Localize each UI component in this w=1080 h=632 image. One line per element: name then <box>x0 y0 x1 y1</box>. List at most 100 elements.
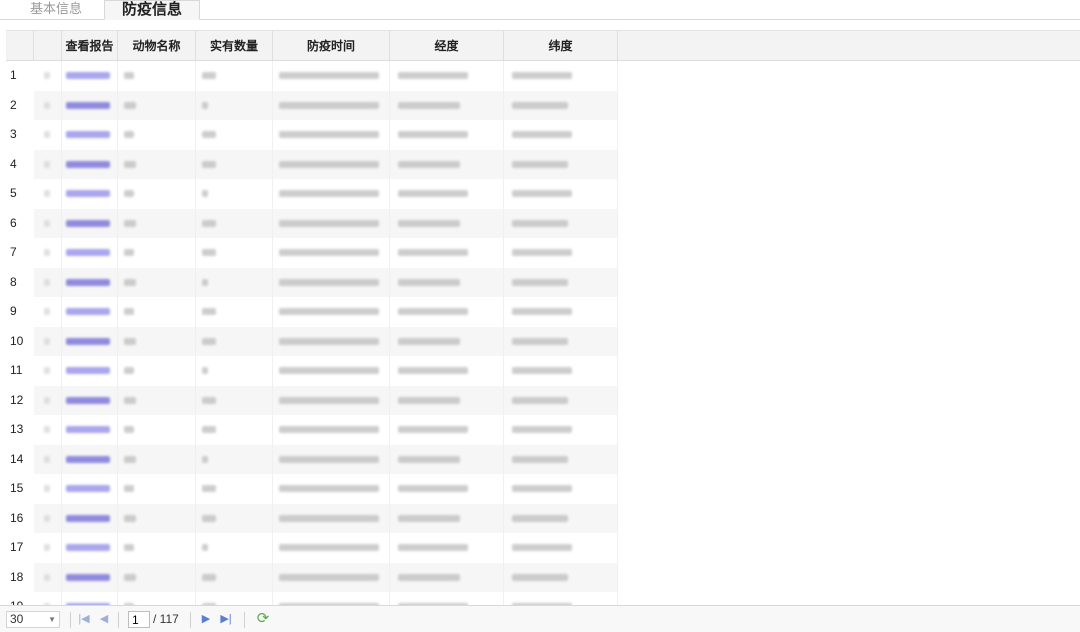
cell-lon <box>390 444 504 474</box>
divider <box>70 612 71 628</box>
table-row[interactable]: 11 <box>6 356 618 386</box>
cell-report[interactable] <box>62 592 118 605</box>
redacted-value <box>124 219 136 227</box>
last-page-icon[interactable]: ▶| <box>218 611 234 628</box>
divider <box>118 612 119 628</box>
table-row[interactable]: 12 <box>6 385 618 415</box>
table-row[interactable]: 2 <box>6 90 618 120</box>
redacted-value <box>44 573 50 581</box>
header-view-report[interactable]: 查看报告 <box>62 31 118 61</box>
redacted-value <box>398 160 460 168</box>
header-latitude[interactable]: 纬度 <box>504 31 618 61</box>
cell-checkbox[interactable] <box>34 297 62 327</box>
tab-epidemic-info[interactable]: 防疫信息 <box>104 0 200 20</box>
cell-lat <box>504 592 618 605</box>
cell-report[interactable] <box>62 120 118 150</box>
page-total-label: / 117 <box>153 612 179 626</box>
redacted-value <box>44 249 50 256</box>
redacted-value <box>512 249 572 256</box>
cell-checkbox[interactable] <box>34 415 62 445</box>
cell-report[interactable] <box>62 533 118 563</box>
redacted-value <box>512 337 568 345</box>
cell-animal <box>118 356 196 386</box>
redacted-value <box>202 72 216 79</box>
cell-report[interactable] <box>62 356 118 386</box>
cell-checkbox[interactable] <box>34 61 62 91</box>
cell-report[interactable] <box>62 149 118 179</box>
redacted-value <box>398 278 460 286</box>
cell-report[interactable] <box>62 326 118 356</box>
cell-report[interactable] <box>62 208 118 238</box>
next-page-icon[interactable]: ▶ <box>198 611 214 628</box>
table-row[interactable]: 17 <box>6 533 618 563</box>
cell-report[interactable] <box>62 503 118 533</box>
cell-checkbox[interactable] <box>34 90 62 120</box>
cell-checkbox[interactable] <box>34 385 62 415</box>
cell-checkbox[interactable] <box>34 267 62 297</box>
refresh-icon[interactable]: ⟳ <box>254 610 272 628</box>
table-row[interactable]: 19 <box>6 592 618 605</box>
cell-checkbox[interactable] <box>34 474 62 504</box>
cell-report[interactable] <box>62 267 118 297</box>
header-longitude[interactable]: 经度 <box>390 31 504 61</box>
cell-report[interactable] <box>62 562 118 592</box>
cell-checkbox[interactable] <box>34 326 62 356</box>
header-checkbox[interactable] <box>34 31 62 61</box>
redacted-value <box>44 160 50 168</box>
redacted-value <box>512 101 568 109</box>
table-row[interactable]: 9 <box>6 297 618 327</box>
table-row[interactable]: 14 <box>6 444 618 474</box>
cell-checkbox[interactable] <box>34 356 62 386</box>
table-row[interactable]: 4 <box>6 149 618 179</box>
cell-checkbox[interactable] <box>34 179 62 209</box>
tab-basic-info[interactable]: 基本信息 <box>20 0 92 20</box>
redacted-value <box>202 485 216 492</box>
header-epidemic-time[interactable]: 防疫时间 <box>273 31 390 61</box>
cell-report[interactable] <box>62 297 118 327</box>
table-row[interactable]: 1 <box>6 61 618 91</box>
cell-checkbox[interactable] <box>34 149 62 179</box>
cell-lat <box>504 61 618 91</box>
cell-animal <box>118 592 196 605</box>
table-row[interactable]: 10 <box>6 326 618 356</box>
cell-report[interactable] <box>62 474 118 504</box>
row-number: 16 <box>6 503 34 533</box>
table-row[interactable]: 5 <box>6 179 618 209</box>
cell-report[interactable] <box>62 179 118 209</box>
page-size-select[interactable]: 30 ▼ <box>6 611 60 628</box>
redacted-value <box>398 337 460 345</box>
cell-time <box>273 562 390 592</box>
cell-report[interactable] <box>62 61 118 91</box>
cell-checkbox[interactable] <box>34 503 62 533</box>
table-row[interactable]: 8 <box>6 267 618 297</box>
cell-checkbox[interactable] <box>34 562 62 592</box>
redacted-value <box>279 573 379 581</box>
cell-lon <box>390 90 504 120</box>
table-row[interactable]: 16 <box>6 503 618 533</box>
prev-page-icon[interactable]: ◀ <box>96 611 112 628</box>
header-animal-name[interactable]: 动物名称 <box>118 31 196 61</box>
cell-checkbox[interactable] <box>34 444 62 474</box>
cell-report[interactable] <box>62 385 118 415</box>
table-row[interactable]: 15 <box>6 474 618 504</box>
cell-checkbox[interactable] <box>34 238 62 268</box>
redacted-value <box>202 219 216 227</box>
header-quantity[interactable]: 实有数量 <box>196 31 273 61</box>
table-row[interactable]: 3 <box>6 120 618 150</box>
cell-report[interactable] <box>62 444 118 474</box>
redacted-value <box>44 367 50 374</box>
cell-report[interactable] <box>62 90 118 120</box>
table-row[interactable]: 7 <box>6 238 618 268</box>
table-row[interactable]: 13 <box>6 415 618 445</box>
page-number-input[interactable] <box>128 611 150 628</box>
cell-checkbox[interactable] <box>34 120 62 150</box>
cell-checkbox[interactable] <box>34 592 62 605</box>
first-page-icon[interactable]: |◀ <box>76 611 92 628</box>
cell-checkbox[interactable] <box>34 208 62 238</box>
cell-checkbox[interactable] <box>34 533 62 563</box>
table-row[interactable]: 6 <box>6 208 618 238</box>
cell-report[interactable] <box>62 238 118 268</box>
cell-report[interactable] <box>62 415 118 445</box>
redacted-value <box>44 485 50 492</box>
table-row[interactable]: 18 <box>6 562 618 592</box>
